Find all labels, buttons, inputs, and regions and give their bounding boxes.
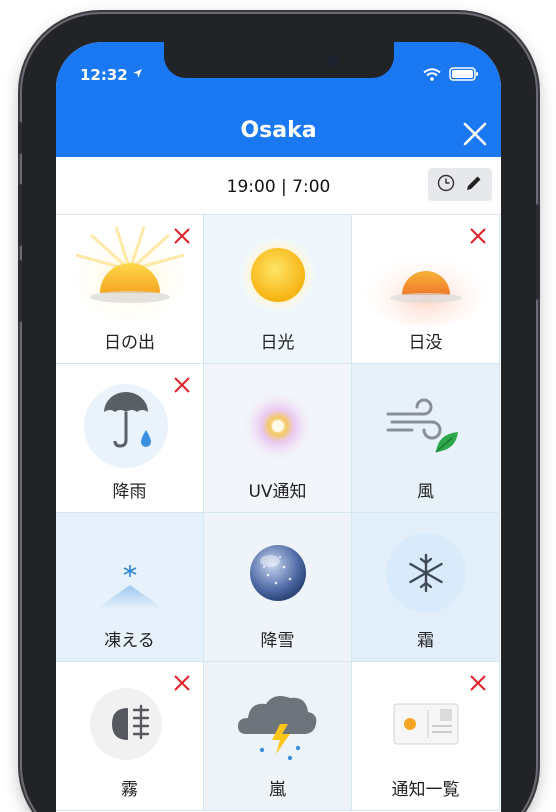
tile-snowfall[interactable]: 降雪 — [204, 513, 352, 662]
page-title: Osaka — [240, 118, 317, 143]
freeze-icon — [56, 513, 203, 633]
sun-icon — [204, 215, 351, 335]
tile-sunlight[interactable]: 日光 — [204, 215, 352, 364]
tile-label: 日没 — [408, 333, 443, 353]
tile-label: 日光 — [260, 333, 295, 353]
tile-frost[interactable]: 霜 — [352, 513, 500, 662]
screen: 12:32 Osaka 19:00 | 7:00 日の出 日光 日没 降雨 UV… — [56, 42, 501, 812]
tile-freeze[interactable]: 凍える — [56, 513, 204, 662]
remove-icon[interactable] — [173, 674, 191, 692]
tile-label: 降雪 — [260, 631, 295, 651]
power-button — [536, 204, 540, 300]
tile-label: 嵐 — [269, 780, 286, 800]
volume-up-button — [18, 184, 22, 246]
remove-icon[interactable] — [469, 227, 487, 245]
status-icons — [423, 66, 479, 85]
tile-sunset[interactable]: 日没 — [352, 215, 500, 364]
location-arrow-icon — [132, 68, 143, 82]
notch — [164, 42, 394, 78]
tile-label: 降雨 — [112, 482, 147, 502]
remove-icon[interactable] — [173, 227, 191, 245]
tile-label: 風 — [417, 482, 434, 502]
time-edit-button[interactable] — [428, 168, 492, 201]
wifi-icon — [423, 66, 441, 85]
tile-label: 凍える — [104, 631, 155, 651]
snowflake-icon — [352, 513, 499, 633]
tile-fog[interactable]: 霧 — [56, 662, 204, 811]
tile-label: 通知一覧 — [391, 780, 460, 800]
tile-uv[interactable]: UV通知 — [204, 364, 352, 513]
tile-label: UV通知 — [248, 482, 307, 502]
volume-down-button — [18, 260, 22, 322]
battery-icon — [449, 66, 479, 85]
tile-label: 霜 — [417, 631, 434, 651]
close-icon[interactable] — [461, 120, 489, 148]
time-range-bar: 19:00 | 7:00 — [56, 157, 501, 215]
camera — [328, 56, 338, 66]
storm-icon — [204, 662, 351, 782]
clock-icon — [437, 174, 455, 196]
wind-icon — [352, 364, 499, 484]
tile-label: 霧 — [121, 780, 138, 800]
status-time: 12:32 — [80, 66, 128, 84]
remove-icon[interactable] — [469, 674, 487, 692]
remove-icon[interactable] — [173, 376, 191, 394]
tile-rain[interactable]: 降雨 — [56, 364, 204, 513]
tile-label: 日の出 — [104, 333, 155, 353]
mute-switch — [18, 122, 22, 154]
snow-globe-icon — [204, 513, 351, 633]
uv-icon — [204, 364, 351, 484]
pencil-icon — [465, 174, 483, 196]
tile-wind[interactable]: 風 — [352, 364, 500, 513]
tile-sunrise[interactable]: 日の出 — [56, 215, 204, 364]
app-header: 12:32 Osaka — [56, 42, 501, 157]
tile-notifications[interactable]: 通知一覧 — [352, 662, 500, 811]
tile-storm[interactable]: 嵐 — [204, 662, 352, 811]
